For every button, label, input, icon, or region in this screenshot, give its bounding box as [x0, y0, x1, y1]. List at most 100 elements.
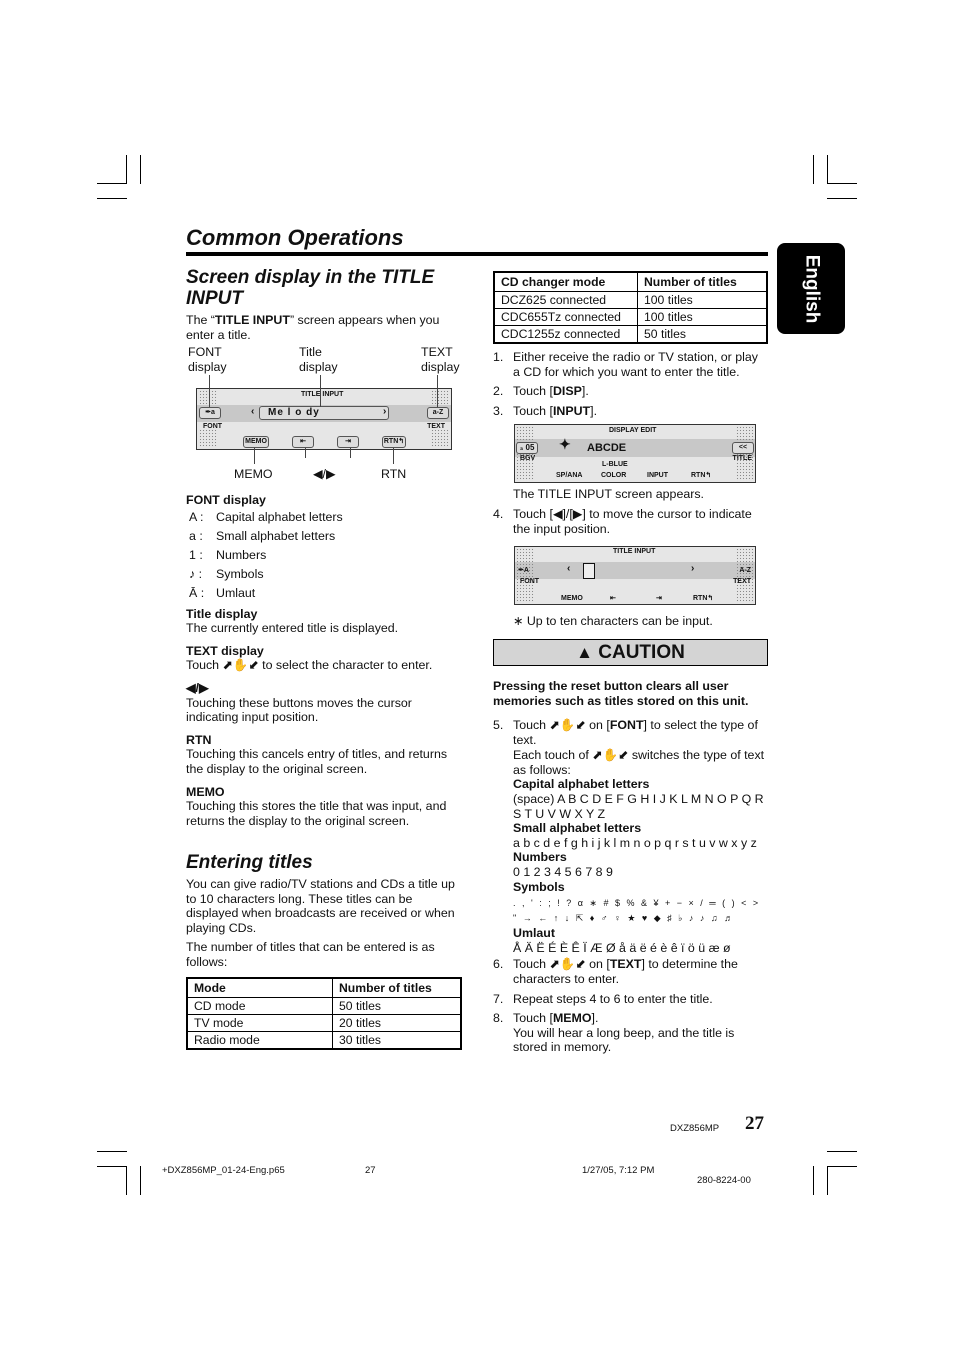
color-button[interactable]: COLOR	[601, 472, 626, 480]
text-button[interactable]: A-Z	[739, 567, 751, 575]
cursor-right-button[interactable]: ⇥	[656, 595, 662, 603]
lcd-dot-grid	[199, 429, 217, 447]
cursor-right-button[interactable]: ⇥	[337, 436, 359, 448]
intro-bold: TITLE INPUT	[214, 313, 290, 327]
table-header: Mode	[186, 977, 333, 998]
title-label: TITLE	[732, 455, 752, 462]
table-row: Radio mode 30 titles	[186, 1030, 462, 1050]
step-text: Repeat steps 4 to 6 to enter the title.	[513, 991, 713, 1006]
color-value: L-BLUE	[602, 461, 628, 468]
step-number: 8.	[493, 1011, 504, 1026]
font-display-list: A : Capital alphabet letters a : Small alp…	[186, 508, 462, 603]
bgv-value[interactable]: ₃ 05	[516, 442, 538, 454]
title-display-field[interactable]: Me l o dy	[259, 406, 389, 420]
step-text: Touch [DISP].	[513, 384, 768, 399]
table-header: Number of titles	[637, 271, 768, 292]
step-number: 6.	[493, 957, 504, 972]
step-pre: Touch ⬈✋⬋ on [	[513, 957, 610, 972]
font-button[interactable]: ✒A	[518, 567, 529, 575]
input-button[interactable]: INPUT	[647, 472, 668, 480]
crop-mark	[813, 155, 814, 184]
table-cell: TV mode	[186, 1013, 333, 1032]
section-heading-screen-display: Screen display in the TITLE INPUT	[186, 267, 462, 309]
font-key: ♪ :	[189, 566, 203, 581]
step-number: 2.	[493, 384, 504, 399]
callout-text: TEXT	[421, 345, 453, 359]
list-item: Ā : Umlaut	[186, 584, 462, 603]
sp-ana-button[interactable]: SP/ANA	[556, 472, 582, 480]
mode-titles-table: Mode Number of titles CD mode 50 titles TV…	[186, 976, 462, 1050]
cd-changer-block: CD changer mode Number of titles DCZ625 c…	[493, 271, 768, 423]
step-item: 2. Touch [DISP].	[493, 384, 768, 399]
rtn-button[interactable]: RTN↰	[693, 595, 713, 603]
lcd-band	[515, 562, 755, 579]
back-button[interactable]: <<	[732, 442, 754, 454]
step-number: 1.	[493, 350, 504, 364]
step-number: 3.	[493, 403, 504, 418]
title-input-lcd-diagram: TITLE INPUT ✒a FONT ‹ Me l o dy › a-Z TE…	[196, 388, 452, 450]
crop-mark	[126, 155, 127, 184]
rtn-text: Touching this cancels entry of titles, a…	[186, 747, 448, 776]
step-text: Touch [INPUT].	[513, 404, 768, 419]
disc-logo-icon: ✦	[559, 436, 571, 452]
callout-text: display	[299, 360, 338, 374]
input-cursor[interactable]	[583, 563, 595, 579]
cursor-left-icon: ‹	[567, 563, 571, 574]
arrows-heading: ◀/▶	[186, 680, 209, 695]
table-cell: 20 titles	[332, 1013, 462, 1032]
table-header: CD changer mode	[493, 271, 638, 292]
step-text: Touch ⬈✋⬋ on [TEXT] to determine the cha…	[513, 957, 768, 986]
font-button[interactable]: ✒a	[199, 407, 221, 419]
crop-mark	[97, 1151, 127, 1152]
step-item: 3. Touch [INPUT].	[493, 404, 768, 419]
table-cell: CDC1255z connected	[493, 325, 638, 344]
font-type: Numbers	[216, 547, 267, 562]
font-type: Symbols	[216, 566, 264, 581]
step-post: ].	[581, 384, 589, 399]
page-title: Common Operations	[186, 225, 404, 250]
memo-button[interactable]: MEMO	[243, 436, 269, 448]
bgv-label: BGV	[520, 455, 536, 462]
step-pre: Touch [	[513, 384, 553, 399]
step-4: 4. Touch [◀]/[▶] to move the cursor to in…	[493, 507, 768, 541]
cd-changer-table: CD changer mode Number of titles DCZ625 c…	[493, 271, 768, 344]
rtn-button[interactable]: RTN↰	[691, 472, 711, 480]
rtn-button[interactable]: RTN↰	[382, 436, 406, 448]
charset-name: Numbers	[513, 850, 567, 865]
arrows-text: Touching these buttons moves the cursor …	[186, 695, 412, 725]
table-cell: Radio mode	[186, 1030, 333, 1050]
text-display-heading: TEXT display	[186, 643, 264, 658]
step-number: 5.	[493, 718, 504, 732]
cursor-left-button[interactable]: ⇤	[292, 436, 314, 448]
crop-mark	[140, 1166, 141, 1195]
entering-titles-section: Entering titles You can give radio/TV st…	[186, 852, 462, 1050]
table-row: CDC1255z connected 50 titles	[493, 325, 768, 344]
up-hand-down-icon: ⬈✋⬋	[222, 658, 259, 673]
table-cell: 100 titles	[637, 291, 768, 309]
title-display-heading: Title display	[186, 606, 258, 621]
step-item: 8. Touch [MEMO]. You will hear a long beep…	[493, 1011, 768, 1055]
crop-mark	[97, 198, 127, 199]
memo-heading: MEMO	[186, 784, 225, 799]
step-item: 6. Touch ⬈✋⬋ on [TEXT] to determine the c…	[493, 957, 768, 986]
language-label: English	[801, 254, 823, 323]
callout-line	[254, 448, 255, 464]
cursor-left-button[interactable]: ⇤	[610, 595, 616, 603]
cursor-right-icon: ›	[383, 406, 387, 417]
step-item: 1. Either receive the radio or TV station…	[493, 350, 768, 379]
list-item: a : Small alphabet letters	[186, 527, 462, 546]
font-key: a :	[189, 528, 203, 543]
table-cell: CD mode	[186, 996, 333, 1015]
callout-memo: MEMO	[234, 467, 273, 481]
memo-button[interactable]: MEMO	[561, 595, 583, 603]
text-button[interactable]: a-Z	[427, 407, 449, 419]
step-text: Touch [◀]/[▶] to move the cursor to indi…	[513, 507, 752, 536]
font-label: FONT	[203, 423, 223, 430]
steps-5-8: 5. Touch ⬈✋⬋ on [FONT] to select the typ…	[493, 718, 768, 1060]
step-post: ].	[590, 403, 598, 418]
crop-mark	[827, 155, 828, 184]
callout-line	[305, 448, 306, 458]
list-item: 1 : Numbers	[186, 546, 462, 565]
callout-text: Title	[299, 345, 322, 359]
callout-rtn: RTN	[381, 467, 407, 481]
